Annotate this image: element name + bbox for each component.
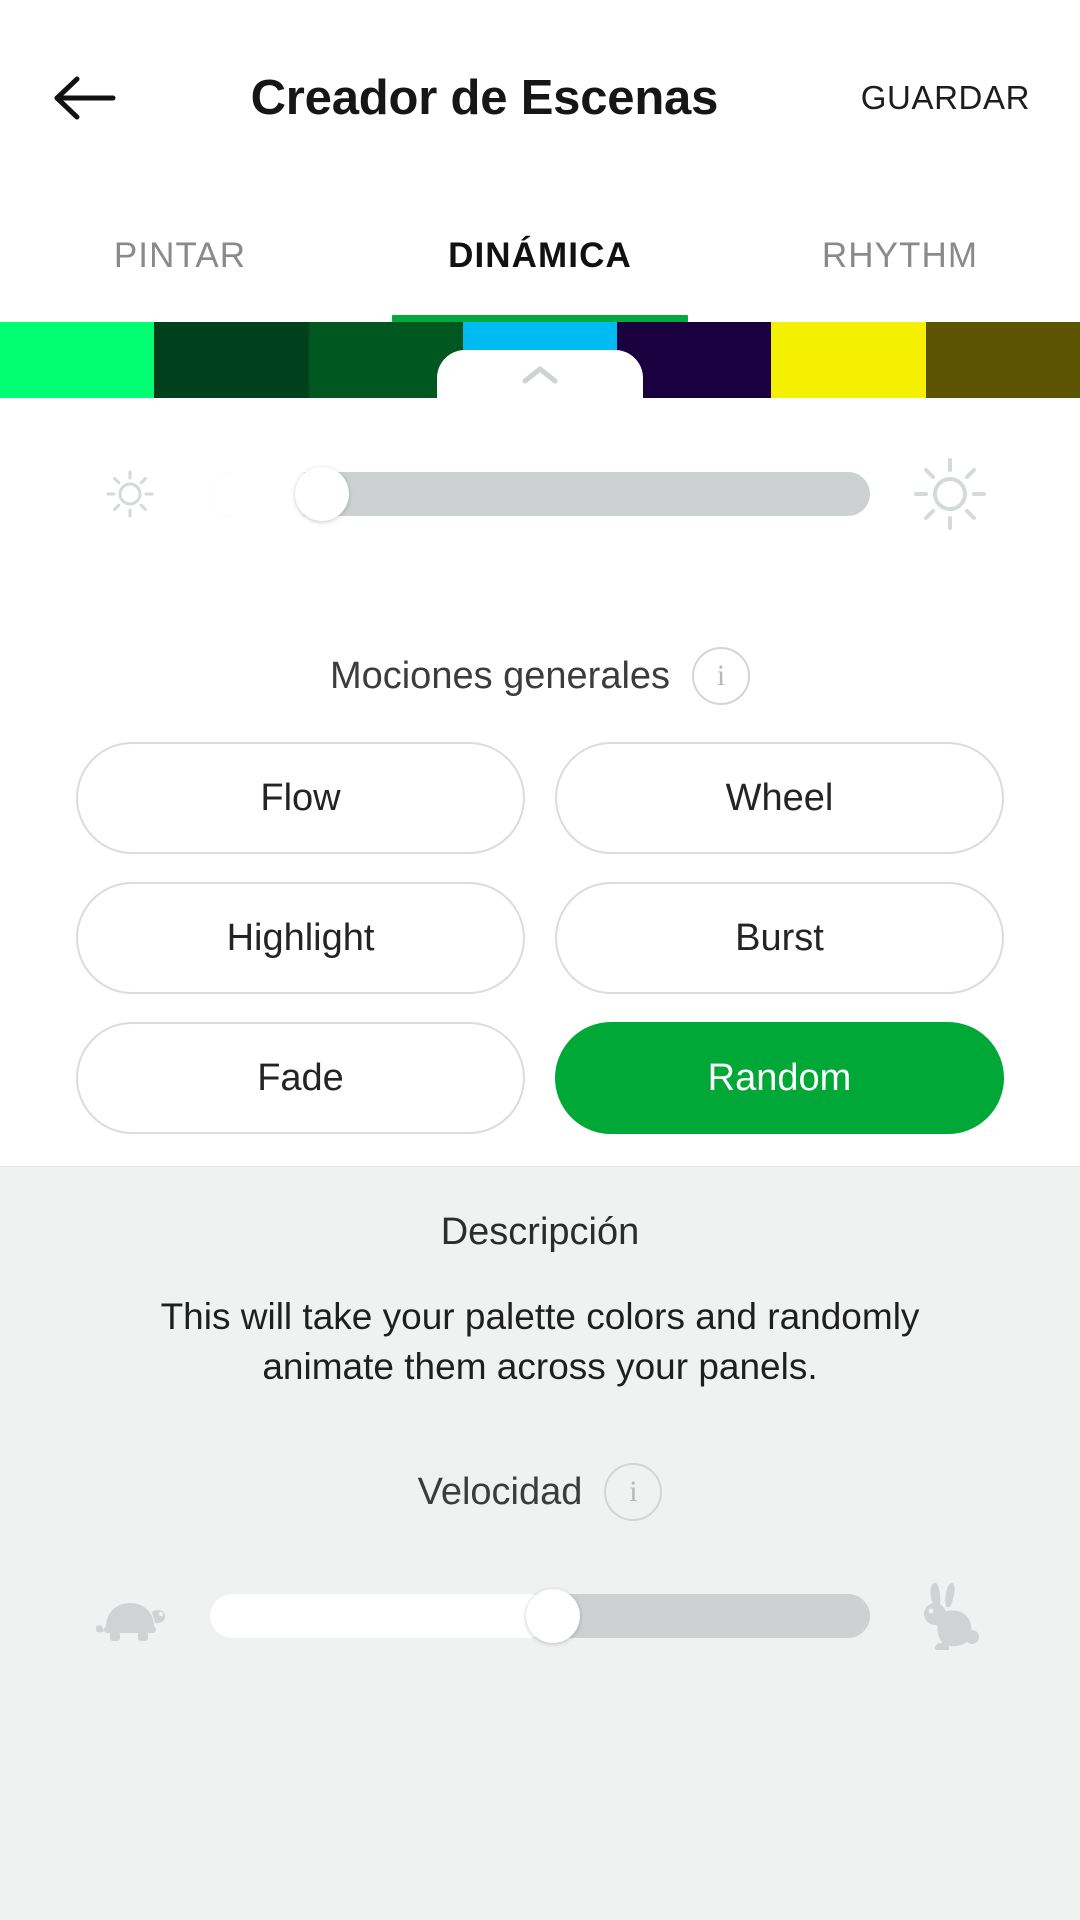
speed-slider-thumb[interactable] — [526, 1589, 581, 1644]
page-title: Creador de Escenas — [250, 71, 719, 125]
palette-swatch-1[interactable] — [154, 322, 309, 398]
brightness-slider-row — [0, 398, 1080, 590]
tab-pintar-label: PINTAR — [113, 236, 247, 275]
brightness-slider-thumb[interactable] — [295, 467, 350, 521]
tab-dinamica[interactable]: DINÁMICA — [360, 196, 720, 322]
motion-button-burst[interactable]: Burst — [555, 882, 1004, 994]
motion-buttons-grid: Flow Wheel Highlight Burst Fade Random — [0, 742, 1080, 1134]
tab-pintar[interactable]: PINTAR — [0, 196, 360, 322]
speed-slider-fill — [210, 1594, 554, 1639]
motion-button-fade[interactable]: Fade — [76, 1022, 525, 1134]
sun-large-icon — [908, 454, 992, 534]
tab-active-indicator — [392, 315, 688, 322]
app-bar: Creador de Escenas GUARDAR — [0, 0, 1080, 196]
speed-slider[interactable] — [210, 1589, 870, 1644]
palette-swatch-5[interactable] — [771, 322, 926, 398]
scene-creator-screen: Creador de Escenas GUARDAR PINTAR DINÁMI… — [0, 0, 1080, 1920]
turtle-icon — [88, 1586, 172, 1646]
tab-rhythm[interactable]: RHYTHM — [720, 196, 1080, 322]
motion-button-highlight[interactable]: Highlight — [76, 882, 525, 994]
rabbit-icon — [908, 1577, 992, 1655]
palette-swatch-0[interactable] — [0, 322, 155, 398]
description-panel: Descripción This will take your palette … — [0, 1166, 1080, 1920]
palette-strip — [0, 322, 1080, 410]
save-button[interactable]: GUARDAR — [857, 69, 1034, 127]
tab-rhythm-label: RHYTHM — [821, 236, 979, 275]
motions-label-text: Mociones generales — [329, 654, 671, 697]
speed-info-icon[interactable]: i — [604, 1463, 663, 1522]
motion-button-flow[interactable]: Flow — [76, 742, 525, 854]
description-body: This will take your palette colors and r… — [160, 1296, 920, 1387]
tab-dinamica-label: DINÁMICA — [448, 236, 632, 275]
speed-label-text: Velocidad — [417, 1470, 583, 1513]
palette-swatch-6[interactable] — [925, 322, 1080, 398]
description-title: Descripción — [440, 1211, 640, 1253]
sun-small-icon — [88, 465, 172, 523]
motion-button-random[interactable]: Random — [555, 1022, 1004, 1134]
speed-section-label: Velocidad i — [0, 1391, 1080, 1541]
palette-expand-handle[interactable] — [437, 350, 643, 410]
tab-bar: PINTAR DINÁMICA RHYTHM — [0, 196, 1080, 322]
motions-info-icon[interactable]: i — [692, 647, 751, 705]
motions-section-label: Mociones generales i — [0, 590, 1080, 740]
chevron-up-icon — [520, 364, 560, 386]
speed-slider-row — [0, 1541, 1080, 1691]
brightness-slider[interactable] — [210, 467, 870, 521]
back-arrow-icon — [53, 73, 119, 123]
motion-button-wheel[interactable]: Wheel — [555, 742, 1004, 854]
